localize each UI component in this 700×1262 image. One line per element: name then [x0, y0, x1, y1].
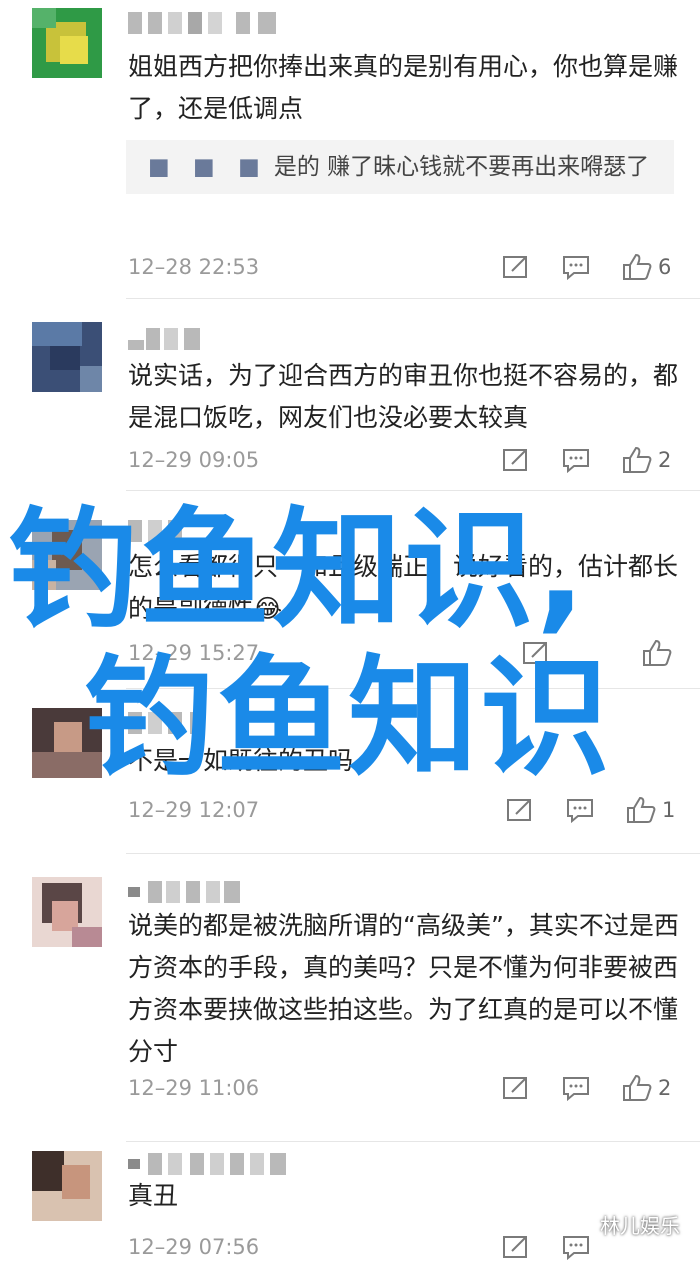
avatar[interactable] — [32, 322, 102, 392]
reply-icon[interactable] — [562, 1073, 590, 1103]
thumbs-up-icon — [623, 446, 652, 473]
divider — [126, 1141, 700, 1142]
timestamp: 12–29 07:56 — [128, 1235, 260, 1259]
share-icon[interactable] — [502, 252, 530, 282]
avatar[interactable] — [32, 877, 102, 947]
thumbs-up-icon — [643, 639, 672, 666]
like-button[interactable]: 2 — [622, 1073, 671, 1103]
comment-5: 说美的都是被洗脑所谓的“高级美”，其实不过是西方资本的手段，真的美吗？只是不懂为… — [0, 855, 700, 1145]
timestamp: 12–29 12:07 — [128, 798, 260, 822]
like-count: 1 — [662, 798, 676, 822]
comment-text: 说实话，为了迎合西方的审丑你也挺不容易的，都是混口饭吃，网友们也没必要太较真 — [128, 361, 679, 432]
comment-1: 姐姐西方把你捧出来真的是别有用心，你也算是赚了，还是低调点 ■ ■ ■ 是的 赚了… — [0, 0, 700, 300]
reply-icon[interactable] — [566, 795, 594, 825]
reply-icon[interactable] — [562, 1232, 590, 1262]
divider — [126, 853, 700, 854]
like-count: 2 — [658, 1076, 672, 1100]
comment-6: 真丑 12–29 07:56 — [0, 1145, 700, 1260]
share-icon[interactable] — [502, 1073, 530, 1103]
thumbs-up-icon — [627, 796, 656, 823]
divider — [126, 298, 700, 299]
quoted-reply: ■ ■ ■ 是的 赚了昧心钱就不要再出来嘚瑟了 — [126, 140, 674, 194]
watermark: 林儿娱乐 — [600, 1214, 680, 1238]
like-button[interactable] — [642, 638, 678, 668]
comment-meta: 12–29 11:06 2 — [128, 1073, 678, 1103]
like-count: 2 — [658, 448, 672, 472]
comment-meta: 12–29 07:56 — [128, 1232, 678, 1262]
comment-2: 说实话，为了迎合西方的审丑你也挺不容易的，都是混口饭吃，网友们也没必要太较真 1… — [0, 300, 700, 491]
overlay-title-line-2: 钓鱼知识 — [84, 642, 613, 794]
avatar[interactable] — [32, 1151, 102, 1221]
like-button[interactable]: 1 — [626, 795, 675, 825]
share-icon[interactable] — [502, 1232, 530, 1262]
like-button[interactable]: 6 — [622, 252, 671, 282]
comment-meta: 12–28 22:53 6 — [128, 252, 678, 282]
share-icon[interactable] — [506, 795, 534, 825]
quoted-user: ■ ■ ■ — [148, 154, 268, 180]
thumbs-up-icon — [623, 1074, 652, 1101]
like-count: 6 — [658, 255, 672, 279]
like-button[interactable]: 2 — [622, 445, 671, 475]
thumbs-up-icon — [623, 253, 652, 280]
reply-icon[interactable] — [562, 252, 590, 282]
reply-icon[interactable] — [562, 445, 590, 475]
comment-meta: 12–29 09:05 2 — [128, 445, 678, 475]
timestamp: 12–29 09:05 — [128, 448, 260, 472]
timestamp: 12–28 22:53 — [128, 255, 260, 279]
avatar[interactable] — [32, 8, 102, 78]
comment-meta: 12–29 12:07 1 — [128, 795, 678, 825]
quoted-text: 是的 赚了昧心钱就不要再出来嘚瑟了 — [273, 154, 650, 180]
overlay-title-line-1: 钓鱼知识, — [8, 494, 588, 646]
share-icon[interactable] — [502, 445, 530, 475]
comment-text: 姐姐西方把你捧出来真的是别有用心，你也算是赚了，还是低调点 — [128, 52, 679, 123]
timestamp: 12–29 11:06 — [128, 1076, 260, 1100]
comment-text: 说美的都是被洗脑所谓的“高级美”，其实不过是西方资本的手段，真的美吗？只是不懂为… — [128, 911, 679, 1066]
